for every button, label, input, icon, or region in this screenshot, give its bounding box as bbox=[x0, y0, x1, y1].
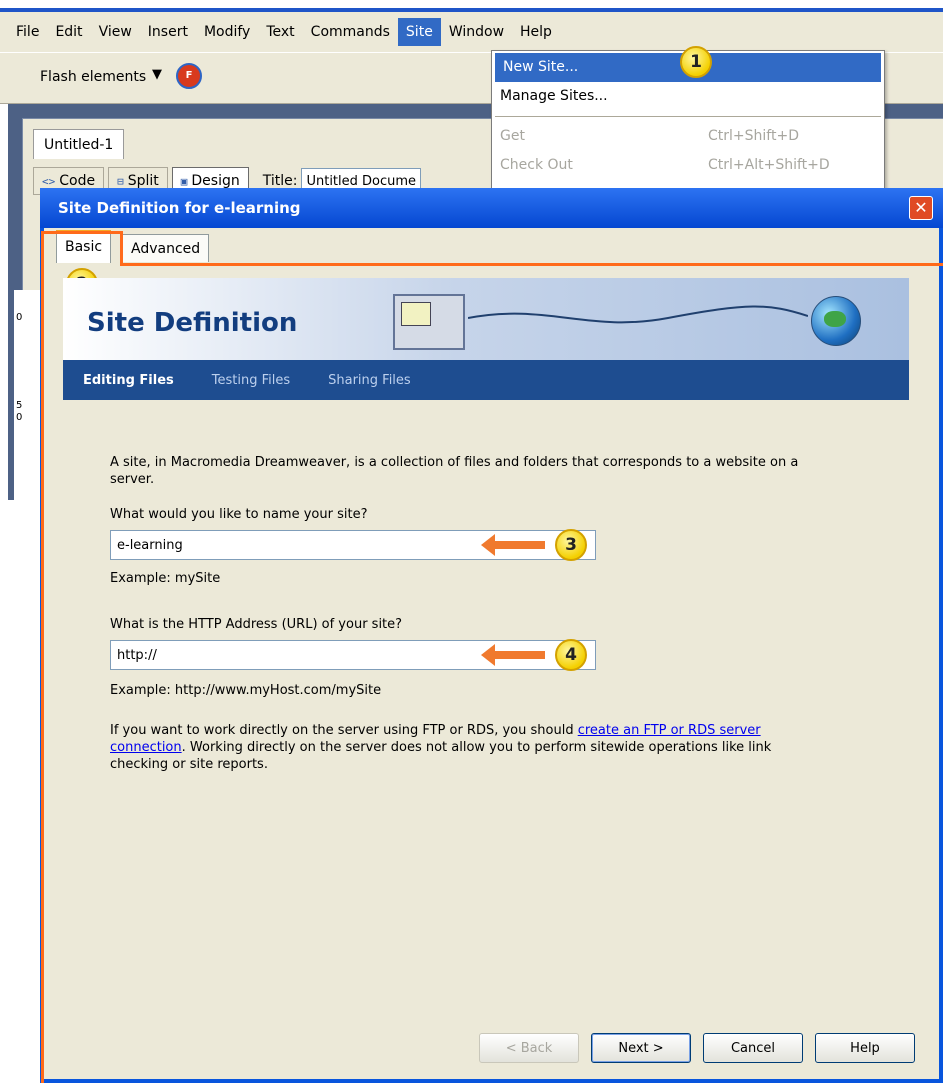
site-name-label: What would you like to name your site? bbox=[110, 507, 368, 522]
computer-icon bbox=[393, 294, 465, 350]
design-view-label: Design bbox=[191, 173, 240, 189]
site-url-example: Example: http://www.myHost.com/mySite bbox=[110, 683, 382, 698]
menu-insert[interactable]: Insert bbox=[140, 18, 196, 46]
menu-item-check-out[interactable]: Check Out Ctrl+Alt+Shift+D bbox=[492, 151, 884, 180]
flash-element-icon[interactable]: F bbox=[176, 63, 202, 89]
menu-edit[interactable]: Edit bbox=[47, 18, 90, 46]
back-button[interactable]: < Back bbox=[479, 1033, 579, 1063]
toolbar-category-label[interactable]: Flash elements bbox=[40, 69, 146, 85]
annotation-badge-4: 4 bbox=[555, 639, 587, 671]
split-view-label: Split bbox=[127, 173, 159, 189]
annotation-badge-3: 3 bbox=[555, 529, 587, 561]
menu-text[interactable]: Text bbox=[258, 18, 302, 46]
document-title-label: Title: bbox=[262, 173, 298, 189]
cancel-button[interactable]: Cancel bbox=[703, 1033, 803, 1063]
globe-icon bbox=[811, 296, 861, 346]
ruler-number: 0 bbox=[16, 312, 23, 323]
split-icon: ⊟ bbox=[117, 174, 124, 188]
menu-window[interactable]: Window bbox=[441, 18, 512, 46]
menu-separator bbox=[495, 116, 881, 117]
network-cable-icon bbox=[468, 305, 808, 324]
ftp-text-before: If you want to work directly on the serv… bbox=[110, 723, 578, 738]
wizard-steps-nav: Editing Files Testing Files Sharing File… bbox=[63, 360, 909, 400]
site-definition-dialog: Site Definition for e-learning ✕ Basic A… bbox=[40, 188, 943, 1083]
ruler-number: 0 bbox=[16, 412, 23, 423]
annotation-frame-left bbox=[41, 263, 47, 1083]
intro-text: A site, in Macromedia Dreamweaver, is a … bbox=[110, 455, 799, 487]
step-sharing-files[interactable]: Sharing Files bbox=[328, 373, 411, 388]
menu-file[interactable]: File bbox=[8, 18, 47, 46]
menu-item-label: Check Out bbox=[500, 157, 573, 173]
document-tab[interactable]: Untitled-1 bbox=[33, 129, 125, 159]
step-testing-files[interactable]: Testing Files bbox=[212, 373, 290, 388]
menu-item-get[interactable]: Get Ctrl+Shift+D bbox=[492, 122, 884, 151]
menu-help[interactable]: Help bbox=[512, 18, 560, 46]
menu-item-label: Get bbox=[500, 128, 525, 144]
menu-modify[interactable]: Modify bbox=[196, 18, 258, 46]
menu-item-label: Manage Sites... bbox=[500, 88, 608, 104]
monitor-screen bbox=[401, 302, 431, 326]
step-editing-files[interactable]: Editing Files bbox=[83, 373, 174, 388]
menu-item-manage-sites[interactable]: Manage Sites... bbox=[492, 82, 884, 111]
annotation-arrow-4 bbox=[481, 644, 545, 666]
help-button[interactable]: Help bbox=[815, 1033, 915, 1063]
menu-item-shortcut: Ctrl+Shift+D bbox=[708, 128, 799, 144]
next-button[interactable]: Next > bbox=[591, 1033, 691, 1063]
annotation-badge-1: 1 bbox=[680, 46, 712, 78]
dialog-tab-strip: Basic Advanced bbox=[44, 228, 943, 263]
menu-site[interactable]: Site bbox=[397, 18, 441, 46]
code-icon: <> bbox=[42, 174, 56, 188]
dialog-button-row: < Back Next > Cancel Help bbox=[479, 1033, 915, 1063]
site-name-example: Example: mySite bbox=[110, 571, 221, 586]
tab-advanced[interactable]: Advanced bbox=[122, 234, 210, 262]
site-definition-banner: Site Definition bbox=[63, 278, 909, 360]
menu-bar: File Edit View Insert Modify Text Comman… bbox=[0, 12, 943, 52]
code-view-label: Code bbox=[59, 173, 96, 189]
site-url-label: What is the HTTP Address (URL) of your s… bbox=[110, 617, 403, 632]
chevron-down-icon[interactable]: ▼ bbox=[152, 67, 162, 82]
design-icon: ▣ bbox=[180, 174, 188, 188]
dialog-title: Site Definition for e-learning bbox=[40, 188, 943, 228]
ftp-info-text: If you want to work directly on the serv… bbox=[110, 722, 830, 773]
menu-commands[interactable]: Commands bbox=[303, 18, 398, 46]
banner-title: Site Definition bbox=[87, 308, 298, 338]
close-icon[interactable]: ✕ bbox=[909, 196, 933, 220]
menu-view[interactable]: View bbox=[91, 18, 140, 46]
menu-item-label: New Site... bbox=[503, 59, 579, 75]
menu-item-shortcut: Ctrl+Alt+Shift+D bbox=[708, 157, 830, 173]
globe-land bbox=[824, 311, 846, 327]
ftp-text-after: . Working directly on the server does no… bbox=[110, 740, 772, 772]
tab-basic[interactable]: Basic bbox=[56, 230, 112, 263]
annotation-arrow-3 bbox=[481, 534, 545, 556]
ruler-number: 5 bbox=[16, 400, 23, 411]
